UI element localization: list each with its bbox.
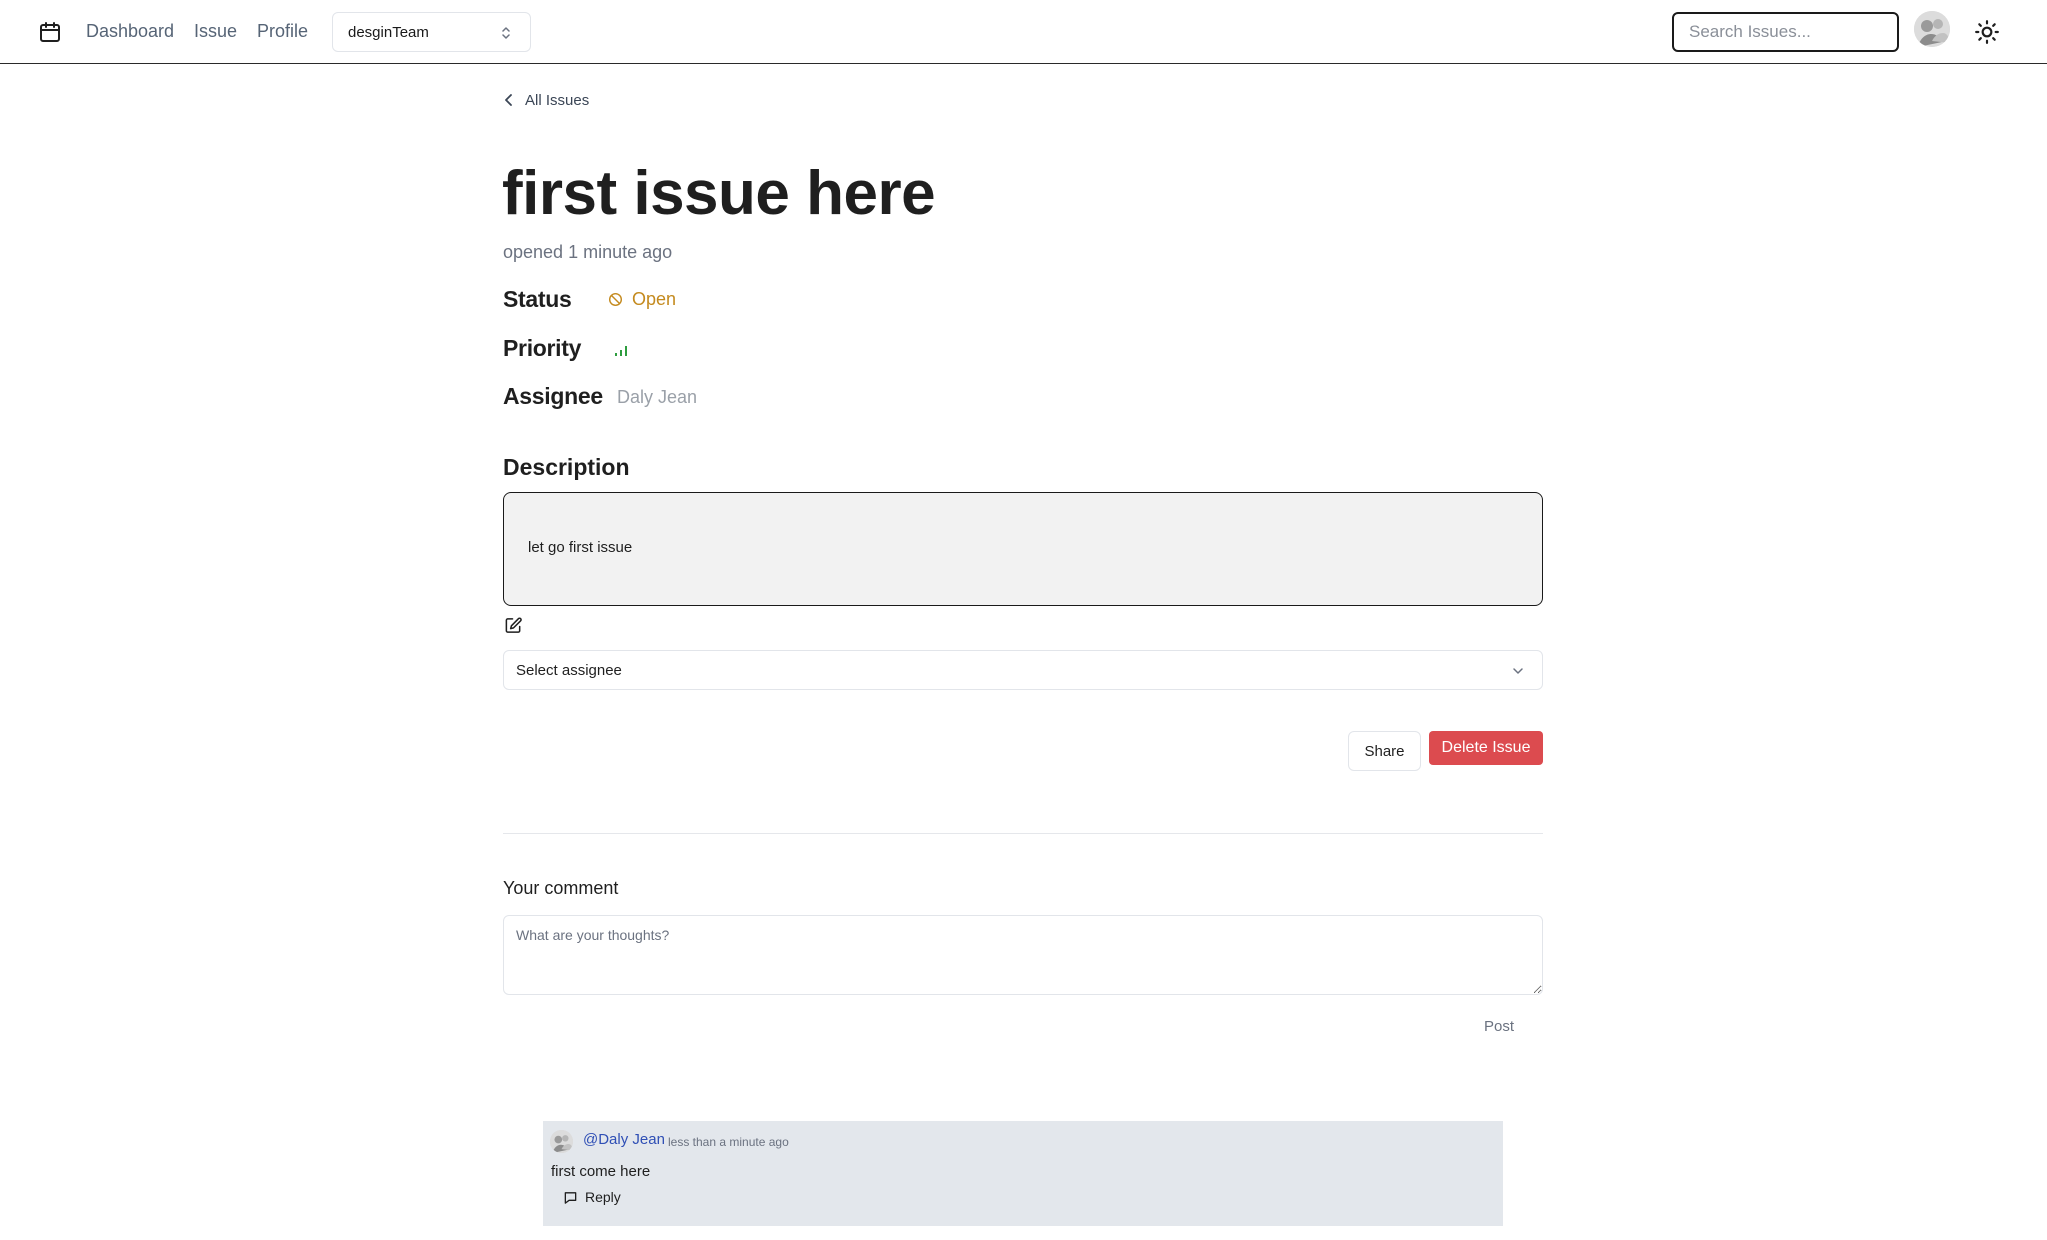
- comment-author[interactable]: @Daly Jean: [583, 1131, 665, 1148]
- assignee-select[interactable]: Select assignee: [503, 650, 1543, 690]
- issue-opened-time: opened 1 minute ago: [503, 242, 673, 262]
- nav-link-profile[interactable]: Profile: [257, 21, 308, 42]
- status-value: Open: [632, 289, 677, 309]
- delete-issue-button[interactable]: Delete Issue: [1429, 731, 1543, 765]
- section-divider: [503, 833, 1543, 834]
- comment-label: Your comment: [503, 878, 619, 898]
- chevron-down-icon: [1513, 668, 1523, 674]
- comment-avatar: [550, 1130, 573, 1153]
- description-heading: Description: [503, 454, 630, 480]
- assignee-value: Daly Jean: [617, 387, 698, 407]
- comment-timestamp: less than a minute ago: [668, 1135, 789, 1149]
- status-open-icon: [608, 292, 623, 307]
- back-to-all-issues-link[interactable]: All Issues: [503, 89, 589, 111]
- reply-button[interactable]: Reply: [563, 1189, 621, 1205]
- team-select-value: desginTeam: [348, 24, 429, 41]
- search-input[interactable]: [1672, 12, 1899, 52]
- description-text: let go first issue: [528, 539, 633, 556]
- nav-link-issue[interactable]: Issue: [194, 21, 237, 42]
- logo-icon[interactable]: [38, 20, 62, 44]
- comment-body: first come here: [551, 1163, 651, 1180]
- nav-link-dashboard[interactable]: Dashboard: [86, 21, 174, 42]
- status-label: Status: [503, 286, 572, 312]
- comment-input[interactable]: [503, 915, 1543, 995]
- reply-label: Reply: [585, 1189, 621, 1205]
- post-comment-button[interactable]: Post: [1484, 1018, 1514, 1035]
- share-button[interactable]: Share: [1348, 731, 1421, 771]
- user-avatar[interactable]: [1914, 11, 1950, 47]
- sun-icon[interactable]: [1974, 19, 2000, 45]
- status-badge: Open: [608, 289, 676, 310]
- avatar-image-icon: [1914, 11, 1950, 47]
- assignee-label: Assignee: [503, 383, 603, 409]
- message-square-icon: [564, 1191, 577, 1204]
- priority-low-icon: [615, 346, 627, 356]
- issue-title: first issue here: [502, 159, 936, 228]
- chevron-up-down-icon: [502, 27, 510, 39]
- description-box: let go first issue: [503, 492, 1543, 606]
- edit-icon[interactable]: [504, 616, 523, 635]
- top-navbar: Dashboard Issue Profile desginTeam: [0, 0, 2047, 64]
- comment-item: @Daly Jean less than a minute ago first …: [543, 1121, 1503, 1226]
- assignee-select-placeholder: Select assignee: [516, 662, 622, 679]
- team-select[interactable]: desginTeam: [332, 12, 531, 52]
- avatar-image-icon: [550, 1130, 573, 1153]
- priority-label: Priority: [503, 335, 582, 361]
- chevron-left-icon: [505, 94, 512, 106]
- back-link-label: All Issues: [525, 91, 590, 109]
